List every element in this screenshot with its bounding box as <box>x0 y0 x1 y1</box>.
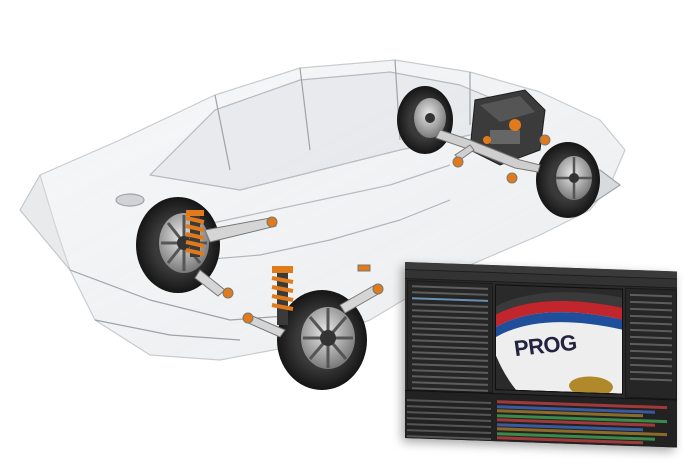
front-right-wheel <box>536 142 600 218</box>
timeline-layer-list <box>407 395 491 441</box>
effects-panel <box>625 287 677 400</box>
video-editor-window: PROG <box>405 262 677 448</box>
front-left-wheel <box>397 86 453 154</box>
project-panel <box>407 280 493 394</box>
product-illustration: PROG <box>0 0 700 463</box>
timeline-panel <box>405 390 677 448</box>
composition-viewer: PROG <box>495 284 623 395</box>
